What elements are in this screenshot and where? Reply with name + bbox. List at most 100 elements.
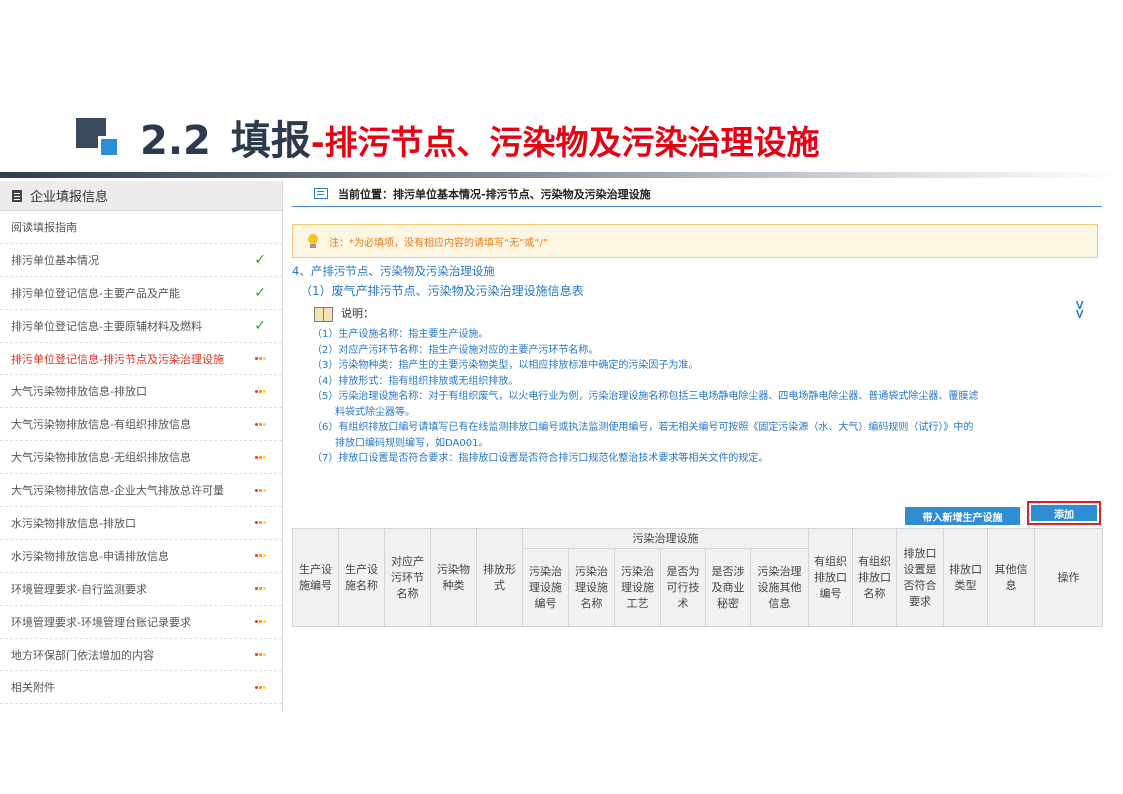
notes-label: 说明： <box>341 307 374 320</box>
sidebar-item[interactable]: 阅读填报指南 <box>0 211 282 244</box>
note-item: （3）污染物种类：指产生的主要污染物类型，以相应排放标准中确定的污染因子为准。 <box>312 360 699 371</box>
sidebar-item[interactable]: 排污单位登记信息-主要产品及产能 ✓ <box>0 277 282 310</box>
sidebar-item-label: 相关附件 <box>11 681 55 695</box>
table-column-header: 排放口类型 <box>943 528 989 627</box>
status-dots-icon <box>255 620 266 624</box>
sidebar-item[interactable]: 环境管理要求-自行监测要求 <box>0 573 282 606</box>
table-column-header: 污染治理设施工艺 <box>614 548 661 627</box>
sidebar-header: 企业填报信息 <box>0 181 282 211</box>
table-column-header: 污染治理设施其他信息 <box>749 548 810 627</box>
emission-facility-table: 生产设施编号 生产设施名称 对应产污环节名称 污染物种类 排放形式 污染治理设施 有组织排放… <box>292 528 1104 627</box>
note-item: （5）污染治理设施名称：对于有组织废气，以火电行业为例，污染治理设施名称包括三电… <box>312 391 979 402</box>
table-column-header: 有组织排放口名称 <box>852 528 898 627</box>
sidebar-header-label: 企业填报信息 <box>30 190 109 205</box>
sidebar-item[interactable]: 大气污染物排放信息-有组织排放信息 <box>0 408 282 442</box>
table-column-header: 对应产污环节名称 <box>384 528 431 627</box>
sidebar-item-label: 环境管理要求-环境管理台账记录要求 <box>11 615 191 629</box>
sidebar-item-label: 阅读填报指南 <box>11 220 77 234</box>
table-column-header: 操作 <box>1034 528 1104 627</box>
sidebar-item-label: 大气污染物排放信息-排放口 <box>11 385 147 399</box>
table-column-header: 生产设施名称 <box>338 528 385 627</box>
status-dots-icon <box>255 389 266 393</box>
status-dots-icon <box>255 422 266 426</box>
table-column-header: 污染治理设施名称 <box>568 548 615 627</box>
table-column-header: 污染治理设施编号 <box>522 548 569 627</box>
note-item: （4）排放形式：指有组织排放或无组织排放。 <box>312 375 519 387</box>
slide-section-number: 2.2 <box>140 118 211 164</box>
note-item: （1）生产设施名称：指主要生产设施。 <box>312 329 489 340</box>
note-item: （2）对应产污环节名称：指生产设施对应的主要产污环节名称。 <box>312 344 599 356</box>
sidebar-item-label: 大气污染物排放信息-有组织排放信息 <box>11 418 191 432</box>
table-column-header: 是否涉及商业秘密 <box>705 548 751 627</box>
slide-title-sub: -排污节点、污染物及污染治理设施 <box>310 123 820 162</box>
note-item-continuation: 料袋式除尘器等。 <box>335 406 415 418</box>
table-column-header: 生产设施编号 <box>292 528 339 627</box>
sidebar: 企业填报信息 阅读填报指南 排污单位基本情况 ✓ 排污单位登记信息-主要产品及产能 ✓ 排… <box>0 181 283 713</box>
sidebar-item[interactable]: 排污单位基本情况 ✓ <box>0 244 282 277</box>
title-divider <box>0 172 1123 178</box>
note-item: （6）有组织排放口编号请填写已有在线监测排放口编号或执法监测使用编号，若无相关编… <box>312 422 974 433</box>
status-dots-icon <box>255 455 266 459</box>
sidebar-item[interactable]: 大气污染物排放信息-无组织排放信息 <box>0 441 282 475</box>
note-item-continuation: 排放口编码规则编写，如DA001。 <box>335 437 489 449</box>
sidebar-item-label: 排污单位登记信息-主要产品及产能 <box>11 286 180 300</box>
sidebar-item[interactable]: 排污单位登记信息-排污节点及污染治理设施 <box>0 343 282 376</box>
status-dots-icon <box>255 357 266 360</box>
book-icon <box>314 306 333 322</box>
location-icon <box>314 188 328 199</box>
add-new-facility-button[interactable]: 带入新增生产设施 <box>905 507 1020 525</box>
table-header-row: 生产设施编号 生产设施名称 对应产污环节名称 污染物种类 排放形式 污染治理设施 有组织排放… <box>292 528 1104 627</box>
notes-list: （1）生产设施名称：指主要生产设施。 （2）对应产污环节名称：指生产设施对应的主… <box>312 327 1098 467</box>
slide-title-main: 填报 <box>230 118 311 164</box>
lightbulb-icon <box>305 231 321 251</box>
notice-banner: 注：*为必填项，没有相应内容的请填写“无”或“/” <box>292 224 1098 258</box>
sidebar-item[interactable]: 大气污染物排放信息-排放口 <box>0 375 282 409</box>
table-column-header: 污染物种类 <box>430 528 477 627</box>
table-column-header: 排放形式 <box>476 528 523 627</box>
sidebar-item-label: 水污染物排放信息-申请排放信息 <box>11 549 169 563</box>
status-dots-icon <box>255 521 266 525</box>
subsection-title: （1）废气产排污节点、污染物及污染治理设施信息表 <box>300 284 584 298</box>
notes-header: 说明： <box>314 305 374 322</box>
notice-text: 注：*为必填项，没有相应内容的请填写“无”或“/” <box>329 237 549 249</box>
sidebar-item-label: 地方环保部门依法增加的内容 <box>11 648 154 662</box>
sidebar-item[interactable]: 大气污染物排放信息-企业大气排放总许可量 <box>0 474 282 508</box>
sidebar-item[interactable]: 地方环保部门依法增加的内容 <box>0 639 282 672</box>
sidebar-items: 阅读填报指南 排污单位基本情况 ✓ 排污单位登记信息-主要产品及产能 ✓ 排污单位登记信息… <box>0 211 282 705</box>
status-dots-icon <box>255 488 266 492</box>
sidebar-item[interactable]: 水污染物排放信息-申请排放信息 <box>0 540 282 573</box>
slide-title: 2.2 填报-排污节点、污染物及污染治理设施 <box>140 116 820 166</box>
sidebar-item[interactable]: 相关附件 <box>0 671 282 705</box>
add-button[interactable]: 添加 <box>1031 505 1097 521</box>
add-button-highlight: 添加 <box>1027 501 1101 525</box>
breadcrumb-text: 当前位置：排污单位基本情况-排污节点、污染物及污染治理设施 <box>338 187 651 201</box>
sidebar-item-label: 排污单位登记信息-主要原辅材料及燃料 <box>11 319 202 333</box>
breadcrumb: 当前位置：排污单位基本情况-排污节点、污染物及污染治理设施 <box>292 181 1102 207</box>
sidebar-item-label: 大气污染物排放信息-企业大气排放总许可量 <box>11 484 224 498</box>
table-column-header: 是否为可行技术 <box>660 548 706 627</box>
document-icon <box>12 189 22 202</box>
note-item: （7）排放口设置是否符合要求：指排放口设置是否符合排污口规范化整治技术要求等相关… <box>312 453 769 464</box>
sidebar-item[interactable]: 环境管理要求-环境管理台账记录要求 <box>0 606 282 639</box>
table-column-header: 排放口设置是否符合要求 <box>896 528 945 627</box>
section-title: 4、产排污节点、污染物及污染治理设施 <box>292 264 495 278</box>
sidebar-item-label: 大气污染物排放信息-无组织排放信息 <box>11 451 191 465</box>
chevron-double-down-icon[interactable]: >> <box>1071 300 1086 318</box>
status-dots-icon <box>255 653 266 657</box>
sidebar-item-label: 排污单位登记信息-排污节点及污染治理设施 <box>11 352 224 366</box>
status-dots-icon <box>255 554 266 558</box>
table-group-header: 污染治理设施 <box>521 528 810 549</box>
check-icon: ✓ <box>254 317 266 334</box>
sidebar-item[interactable]: 排污单位登记信息-主要原辅材料及燃料 ✓ <box>0 310 282 343</box>
main-panel: 当前位置：排污单位基本情况-排污节点、污染物及污染治理设施 注：*为必填项，没有… <box>292 181 1104 627</box>
sidebar-item-label: 水污染物排放信息-排放口 <box>11 516 136 530</box>
sidebar-item-label: 排污单位基本情况 <box>11 253 99 267</box>
table-column-header: 有组织排放口编号 <box>808 528 854 627</box>
table-column-header: 其他信息 <box>987 528 1036 627</box>
sidebar-item-label: 环境管理要求-自行监测要求 <box>11 582 147 596</box>
slide-logo-icon <box>76 118 120 162</box>
check-icon: ✓ <box>254 251 266 268</box>
status-dots-icon <box>255 685 266 689</box>
sidebar-item[interactable]: 水污染物排放信息-排放口 <box>0 507 282 540</box>
check-icon: ✓ <box>254 284 266 301</box>
